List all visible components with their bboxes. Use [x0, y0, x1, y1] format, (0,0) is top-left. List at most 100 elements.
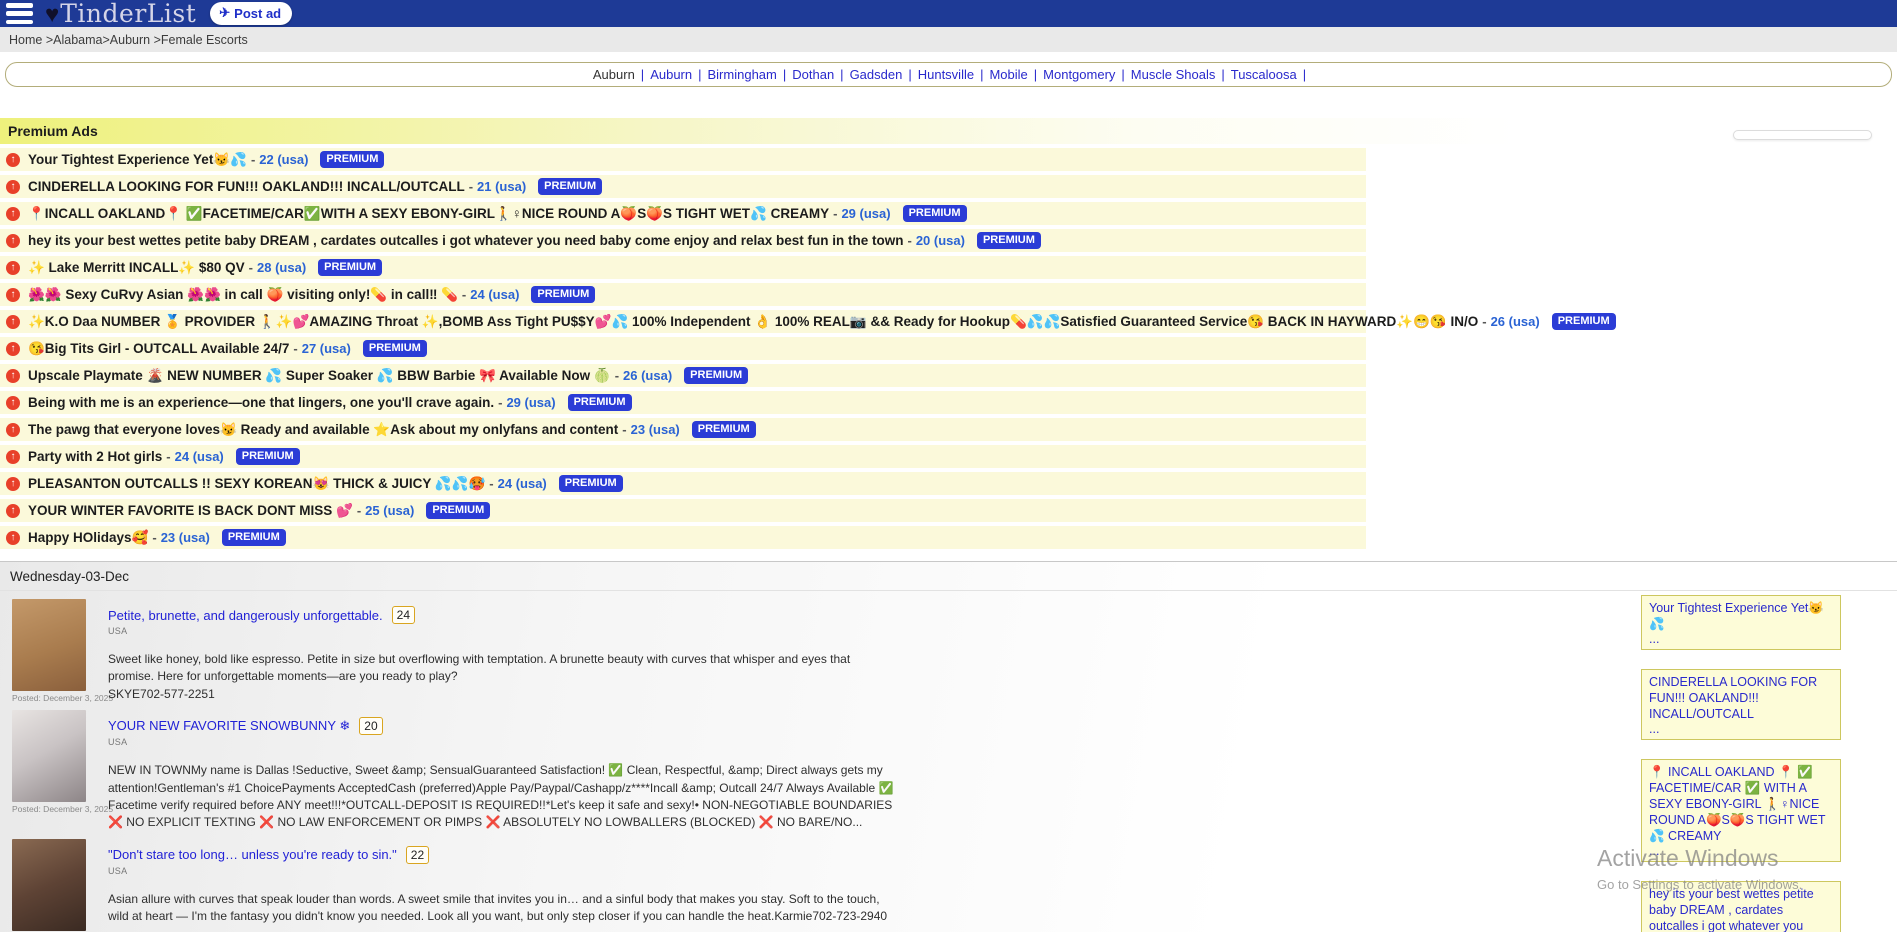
premium-ad-age: 24 (usa) — [175, 449, 224, 464]
up-arrow-icon: ↑ — [6, 423, 20, 437]
listing-body: YOUR NEW FAVORITE SNOWBUNNY ❄ 20 USA NEW… — [108, 710, 898, 832]
sidebar-ad-more: ... — [1649, 722, 1833, 736]
hamburger-menu-icon[interactable] — [6, 3, 33, 24]
floating-scrollbar[interactable] — [1733, 130, 1872, 140]
premium-ad-age: 29 (usa) — [506, 395, 555, 410]
listing-description: Sweet like honey, bold like espresso. Pe… — [108, 651, 898, 703]
premium-ad-row[interactable]: ↑ ✨ Lake Merritt INCALL✨ $80 QV - 28 (us… — [0, 256, 1366, 279]
city-separator: | — [840, 67, 843, 82]
city-separator: | — [1121, 67, 1124, 82]
premium-ad-age: 22 (usa) — [259, 152, 308, 167]
premium-ad-title: Your Tightest Experience Yet😼💦 — [28, 152, 247, 168]
sidebar-ad-card[interactable]: hey its your best wettes petite baby DRE… — [1641, 881, 1841, 932]
city-separator: | — [980, 67, 983, 82]
sidebar-ad-more: ... — [1649, 844, 1833, 858]
up-arrow-icon: ↑ — [6, 504, 20, 518]
up-arrow-icon: ↑ — [6, 153, 20, 167]
premium-ad-row[interactable]: ↑ 📍INCALL OAKLAND📍 ✅FACETIME/CAR✅WITH A … — [0, 202, 1366, 225]
premium-ad-row[interactable]: ↑ ✨K.O Daa NUMBER 🏅 PROVIDER 🚶✨💕AMAZING … — [0, 310, 1366, 333]
city-link[interactable]: Birmingham — [708, 67, 777, 82]
city-link[interactable]: Auburn — [650, 67, 692, 82]
premium-ad-age: 23 (usa) — [161, 530, 210, 545]
premium-ad-age: 24 (usa) — [470, 287, 519, 302]
city-link[interactable]: Tuscaloosa — [1231, 67, 1297, 82]
city-link[interactable]: Montgomery — [1043, 67, 1115, 82]
premium-ad-separator: - — [1482, 314, 1486, 329]
premium-ad-row[interactable]: ↑ Being with me is an experience—one tha… — [0, 391, 1366, 414]
premium-badge: PREMIUM — [1552, 313, 1616, 330]
premium-ad-row[interactable]: ↑ 😘Big Tits Girl - OUTCALL Available 24/… — [0, 337, 1366, 360]
country-label: USA — [108, 626, 898, 636]
sidebar-ad-card[interactable]: CINDERELLA LOOKING FOR FUN!!! OAKLAND!!!… — [1641, 669, 1841, 740]
premium-ad-age: 29 (usa) — [841, 206, 890, 221]
listing-title-link[interactable]: YOUR NEW FAVORITE SNOWBUNNY ❄ — [108, 718, 350, 734]
logo-text: TinderList — [60, 1, 196, 26]
listing-thumbnail[interactable] — [12, 710, 86, 802]
main-area: Wednesday-03-Dec Posted: December 3, 202… — [0, 561, 1897, 932]
city-link[interactable]: Huntsville — [918, 67, 974, 82]
sidebar-ad-title: CINDERELLA LOOKING FOR FUN!!! OAKLAND!!!… — [1649, 674, 1833, 722]
premium-ad-age: 26 (usa) — [623, 368, 672, 383]
city-link[interactable]: Mobile — [989, 67, 1027, 82]
city-separator: | — [641, 67, 644, 82]
premium-ad-row[interactable]: ↑ Upscale Playmate 🌋 NEW NUMBER 💦 Super … — [0, 364, 1366, 387]
up-arrow-icon: ↑ — [6, 180, 20, 194]
up-arrow-icon: ↑ — [6, 207, 20, 221]
site-logo[interactable]: ♥ TinderList — [45, 1, 196, 27]
sidebar: Your Tightest Experience Yet😼💦 ... CINDE… — [1641, 595, 1841, 932]
premium-ad-separator: - — [833, 206, 837, 221]
country-label: USA — [108, 866, 898, 876]
premium-ad-row[interactable]: ↑ The pawg that everyone loves😼 Ready an… — [0, 418, 1366, 441]
listing-title-link[interactable]: "Don't stare too long… unless you're rea… — [108, 847, 397, 862]
up-arrow-icon: ↑ — [6, 531, 20, 545]
breadcrumb-item[interactable]: Alabama — [53, 33, 102, 47]
breadcrumb-separator: > — [102, 33, 109, 47]
posted-date: Posted: December 3, 2025 — [12, 804, 90, 814]
breadcrumb-item[interactable]: Home — [9, 33, 42, 47]
listing-description: Asian allure with curves that speak loud… — [108, 891, 898, 926]
breadcrumb: Home > Alabama > Auburn > Female Escorts — [0, 27, 1897, 52]
premium-ad-row[interactable]: ↑ Happy HOlidays🥰 - 23 (usa) PREMIUM — [0, 526, 1366, 549]
listing-left: Posted: December 3, 2025 — [12, 839, 90, 932]
premium-ad-separator: - — [498, 395, 502, 410]
post-ad-button[interactable]: ✈ Post ad — [210, 2, 292, 25]
breadcrumb-item[interactable]: Female Escorts — [161, 33, 248, 47]
premium-ad-row[interactable]: ↑ Party with 2 Hot girls - 24 (usa) PREM… — [0, 445, 1366, 468]
sidebar-ad-card[interactable]: Your Tightest Experience Yet😼💦 ... — [1641, 595, 1841, 650]
city-link[interactable]: Gadsden — [850, 67, 903, 82]
premium-ad-separator: - — [251, 152, 255, 167]
premium-ad-row[interactable]: ↑ Your Tightest Experience Yet😼💦 - 22 (u… — [0, 148, 1366, 171]
sidebar-ad-card[interactable]: 📍 INCALL OAKLAND 📍 ✅ FACETIME/CAR ✅ WITH… — [1641, 759, 1841, 862]
city-separator: | — [698, 67, 701, 82]
premium-ad-list: ↑ Your Tightest Experience Yet😼💦 - 22 (u… — [0, 148, 1897, 549]
premium-ad-row[interactable]: ↑ PLEASANTON OUTCALLS !! SEXY KOREAN😻 TH… — [0, 472, 1366, 495]
breadcrumb-item[interactable]: Auburn — [110, 33, 150, 47]
premium-ad-title: The pawg that everyone loves😼 Ready and … — [28, 422, 618, 438]
premium-badge: PREMIUM — [426, 502, 490, 519]
up-arrow-icon: ↑ — [6, 396, 20, 410]
city-link[interactable]: Muscle Shoals — [1131, 67, 1216, 82]
premium-ad-age: 27 (usa) — [302, 341, 351, 356]
listing-body: "Don't stare too long… unless you're rea… — [108, 839, 898, 932]
premium-ad-separator: - — [249, 260, 253, 275]
premium-ad-separator: - — [357, 503, 361, 518]
up-arrow-icon: ↑ — [6, 261, 20, 275]
premium-ad-row[interactable]: ↑ CINDERELLA LOOKING FOR FUN!!! OAKLAND!… — [0, 175, 1366, 198]
listing-title-link[interactable]: Petite, brunette, and dangerously unforg… — [108, 608, 383, 623]
city-link[interactable]: Auburn — [593, 67, 635, 82]
premium-ad-row[interactable]: ↑ YOUR WINTER FAVORITE IS BACK DONT MISS… — [0, 499, 1366, 522]
premium-ad-separator: - — [622, 422, 626, 437]
premium-badge: PREMIUM — [903, 205, 967, 222]
premium-badge: PREMIUM — [222, 529, 286, 546]
listing-left: Posted: December 3, 2025 — [12, 599, 90, 703]
premium-ad-row[interactable]: ↑ hey its your best wettes petite baby D… — [0, 229, 1366, 252]
city-link[interactable]: Dothan — [792, 67, 834, 82]
premium-ad-separator: - — [615, 368, 619, 383]
city-separator: | — [1221, 67, 1224, 82]
listing-thumbnail[interactable] — [12, 599, 86, 691]
premium-badge: PREMIUM — [538, 178, 602, 195]
premium-ad-separator: - — [469, 179, 473, 194]
listing-thumbnail[interactable] — [12, 839, 86, 931]
up-arrow-icon: ↑ — [6, 234, 20, 248]
premium-ad-row[interactable]: ↑ 🌺🌺 Sexy CuRvy Asian 🌺🌺 in call 🍑 visit… — [0, 283, 1366, 306]
